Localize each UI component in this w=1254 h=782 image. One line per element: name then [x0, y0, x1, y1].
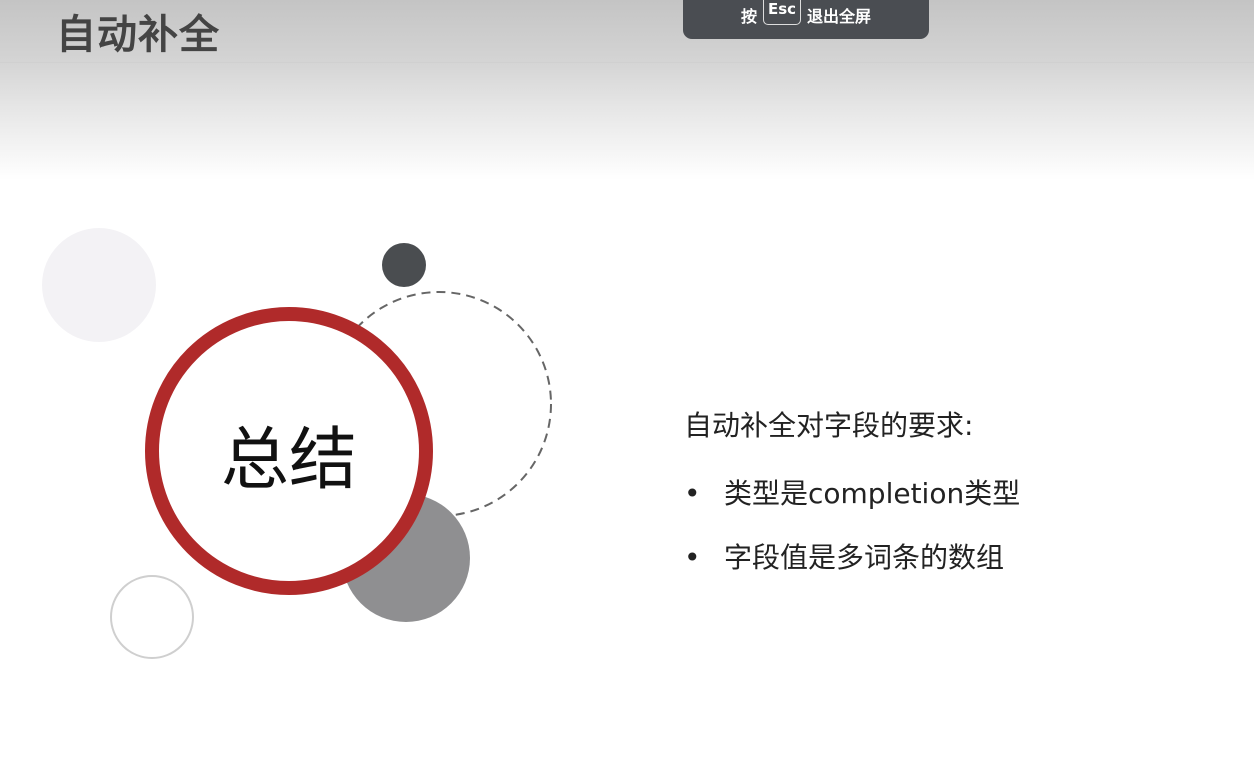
bullet-item: • 类型是completion类型 [684, 472, 1020, 512]
bullet-text: 字段值是多词条的数组 [724, 541, 1005, 574]
bullet-text: 类型是completion类型 [724, 477, 1021, 510]
decorative-circles [42, 228, 552, 659]
bullet-item: • 字段值是多词条的数组 [684, 536, 1004, 576]
dark-circle [382, 243, 426, 287]
bullet-dot: • [684, 477, 701, 510]
requirement-heading: 自动补全对字段的要求: [684, 409, 974, 442]
outline-circle [110, 575, 194, 659]
bullet-dot: • [684, 541, 701, 574]
summary-label: 总结 [220, 421, 357, 500]
light-circle [42, 228, 156, 342]
